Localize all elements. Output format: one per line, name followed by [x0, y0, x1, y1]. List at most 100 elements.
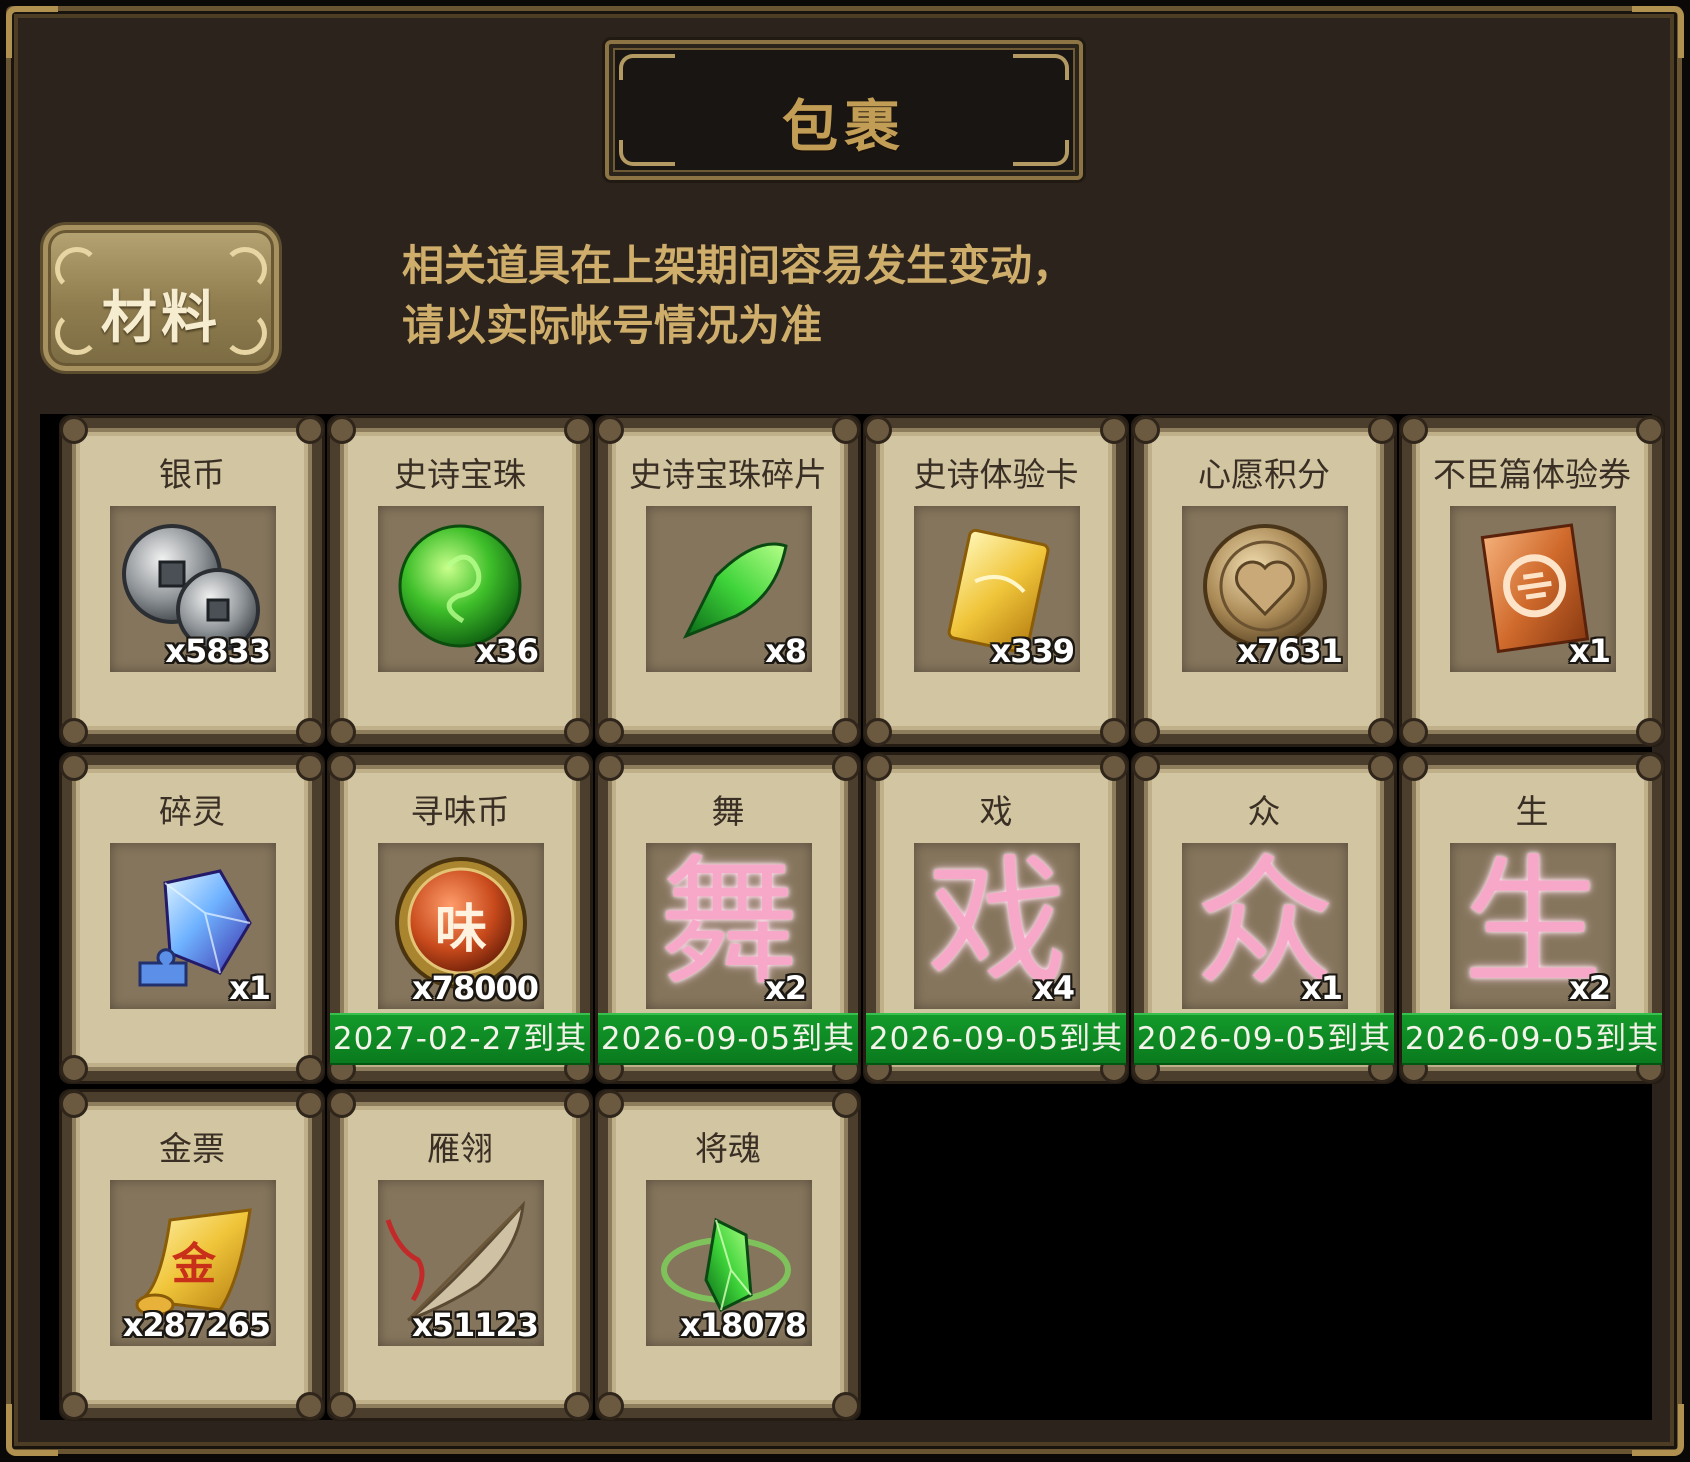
pink-character-icon: 舞 x2 [646, 843, 812, 1009]
item-quantity: x7631 [1237, 632, 1343, 670]
cell-corner-ornament [564, 1392, 592, 1420]
expiry-bar: 2026-09-05到其 [1134, 1013, 1394, 1065]
cell-corner-ornament [832, 753, 860, 781]
item-name: 雁翎 [427, 1129, 493, 1168]
inventory-item[interactable]: 史诗宝珠碎片 x8 [596, 416, 860, 746]
cell-corner-ornament [1132, 753, 1160, 781]
cell-corner-ornament [1100, 416, 1128, 444]
item-quantity: x4 [1033, 969, 1075, 1007]
frame-corner-ornament [1632, 6, 1684, 58]
tab-material[interactable]: 材料 [40, 222, 282, 374]
cell-corner-ornament [1636, 718, 1664, 746]
cell-corner-ornament [1400, 416, 1428, 444]
item-name: 史诗宝珠 [394, 455, 526, 494]
item-name: 银币 [159, 455, 225, 494]
cell-corner-ornament [596, 416, 624, 444]
cell-corner-ornament [864, 416, 892, 444]
cell-corner-ornament [832, 1090, 860, 1118]
item-quantity: x36 [475, 632, 539, 670]
cell-corner-ornament [1636, 753, 1664, 781]
inventory-item[interactable]: 史诗宝珠 x36 [328, 416, 592, 746]
item-quantity: x339 [990, 632, 1075, 670]
item-quantity: x1 [1569, 632, 1611, 670]
cell-corner-ornament [296, 1090, 324, 1118]
inventory-item[interactable]: 戏戏 x4 2026-09-05到其 [864, 753, 1128, 1083]
cell-corner-ornament [832, 416, 860, 444]
inventory-item[interactable]: 金票 金 x287265 [60, 1090, 324, 1420]
cell-corner-ornament [864, 718, 892, 746]
blue-crystal-puzzle-icon: x1 [110, 843, 276, 1009]
pink-character-icon: 众 x1 [1182, 843, 1348, 1009]
cell-corner-ornament [328, 416, 356, 444]
cell-corner-ornament [60, 1055, 88, 1083]
cell-corner-ornament [296, 718, 324, 746]
scroll-character: 金 [172, 1239, 216, 1290]
cell-corner-ornament [296, 753, 324, 781]
inventory-item[interactable]: 众众 x1 2026-09-05到其 [1132, 753, 1396, 1083]
cell-corner-ornament [864, 753, 892, 781]
inventory-item[interactable]: 舞舞 x2 2026-09-05到其 [596, 753, 860, 1083]
item-quantity: x8 [765, 632, 807, 670]
cell-corner-ornament [296, 1055, 324, 1083]
title-ornament [619, 54, 675, 80]
item-name: 史诗体验卡 [913, 455, 1079, 494]
item-name: 不臣篇体验券 [1433, 455, 1631, 494]
tab-material-label: 材料 [101, 286, 221, 351]
cell-corner-ornament [1368, 718, 1396, 746]
item-quantity: x2 [765, 969, 807, 1007]
silver-coins-icon: x5833 [110, 506, 276, 672]
cell-corner-ornament [328, 718, 356, 746]
expiry-bar: 2027-02-27到其 [330, 1013, 590, 1065]
cell-corner-ornament [1368, 416, 1396, 444]
cell-corner-ornament [328, 753, 356, 781]
page-title: 包裹 [782, 95, 906, 160]
inventory-item[interactable]: 碎灵 x1 [60, 753, 324, 1083]
inventory-item[interactable]: 心愿积分 x7631 [1132, 416, 1396, 746]
expiry-bar: 2026-09-05到其 [598, 1013, 858, 1065]
coin-character: 味 [434, 900, 487, 960]
inventory-item[interactable]: 寻味币 味 x78000 2027-02-27到其 [328, 753, 592, 1083]
cell-corner-ornament [1368, 753, 1396, 781]
inventory-item[interactable]: 生生 x2 2026-09-05到其 [1400, 753, 1664, 1083]
item-name: 金票 [159, 1129, 225, 1168]
cell-corner-ornament [1400, 718, 1428, 746]
orange-ticket-icon: x1 [1450, 506, 1616, 672]
item-quantity: x2 [1569, 969, 1611, 1007]
frame-corner-ornament [6, 6, 58, 58]
cell-corner-ornament [328, 1090, 356, 1118]
cell-corner-ornament [1400, 753, 1428, 781]
cell-corner-ornament [1132, 416, 1160, 444]
item-quantity: x287265 [122, 1306, 271, 1344]
cell-corner-ornament [296, 416, 324, 444]
notice-line-2: 请以实际帐号情况为准 [402, 301, 823, 350]
item-name: 生 [1515, 792, 1549, 831]
inventory-item[interactable]: 不臣篇体验券 x1 [1400, 416, 1664, 746]
inventory-item[interactable]: 史诗体验卡 x339 [864, 416, 1128, 746]
cell-corner-ornament [564, 416, 592, 444]
gold-card-icon: x339 [914, 506, 1080, 672]
inventory-item[interactable]: 将魂 x18078 [596, 1090, 860, 1420]
cell-corner-ornament [60, 1090, 88, 1118]
inventory-item[interactable]: 银币 x5833 [60, 416, 324, 746]
cell-corner-ornament [1100, 753, 1128, 781]
cell-corner-ornament [296, 1392, 324, 1420]
pink-character-icon: 生 x2 [1450, 843, 1616, 1009]
item-quantity: x78000 [412, 969, 539, 1007]
inventory-item[interactable]: 雁翎 x51123 [328, 1090, 592, 1420]
cell-corner-ornament [564, 718, 592, 746]
pink-character-icon: 戏 x4 [914, 843, 1080, 1009]
item-name: 戏 [979, 792, 1013, 831]
cell-corner-ornament [1636, 416, 1664, 444]
item-name: 众 [1247, 792, 1281, 831]
cell-corner-ornament [60, 718, 88, 746]
cell-corner-ornament [1132, 718, 1160, 746]
cell-corner-ornament [564, 753, 592, 781]
item-name: 寻味币 [410, 792, 510, 831]
expiry-bar: 2026-09-05到其 [866, 1013, 1126, 1065]
green-soul-crystal-icon: x18078 [646, 1180, 812, 1346]
cell-corner-ornament [60, 753, 88, 781]
item-name: 心愿积分 [1198, 455, 1330, 494]
cell-corner-ornament [596, 1392, 624, 1420]
cell-corner-ornament [60, 416, 88, 444]
item-name: 史诗宝珠碎片 [629, 455, 827, 494]
